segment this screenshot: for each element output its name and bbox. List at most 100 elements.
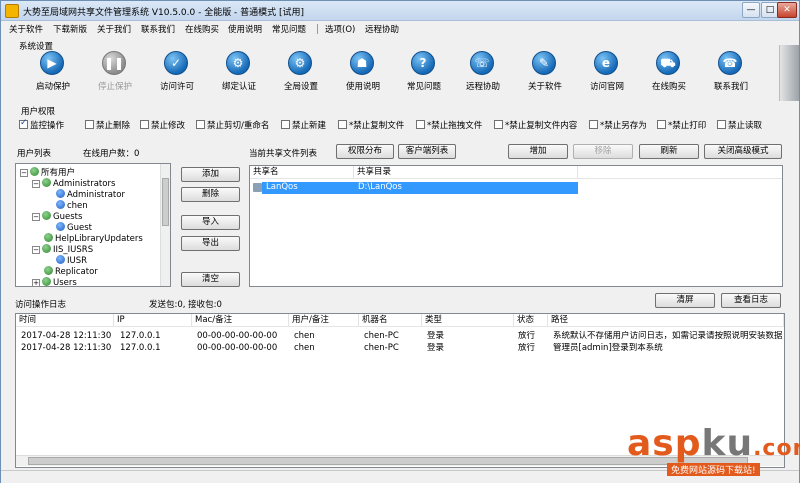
tree-node-administrators[interactable]: − Administrators <box>32 178 115 189</box>
advanced-mode-button[interactable]: 关闭高级模式 <box>704 144 782 159</box>
perm-no-drag-file[interactable]: *禁止拖拽文件 <box>416 119 482 131</box>
close-button[interactable]: ✕ <box>777 2 797 18</box>
share-name-cell: LanQos <box>266 182 298 192</box>
clear-users-button[interactable]: 清空 <box>181 272 240 287</box>
contact-us-button[interactable]: ☎ 联系我们 <box>701 49 761 95</box>
delete-user-button[interactable]: 删除 <box>181 187 240 202</box>
start-protection-button[interactable]: ▶ 启动保护 <box>23 49 83 95</box>
perm-no-delete[interactable]: 禁止删除 <box>85 119 130 131</box>
menu-options[interactable]: 选项(O) <box>325 23 355 35</box>
col-mac[interactable]: Mac/备注 <box>192 314 289 326</box>
shares-table[interactable]: 共享名 共享目录 LanQos D:\LanQos <box>249 165 783 287</box>
tree-node-guests[interactable]: − Guests <box>32 211 82 222</box>
watermark-ku: ku <box>701 423 754 464</box>
minimize-button[interactable]: — <box>742 2 760 18</box>
table-row[interactable]: 2017-04-28 12:11:30 127.0.0.1 00-00-00-0… <box>16 343 784 354</box>
collapse-icon[interactable]: − <box>32 246 40 254</box>
user-tree-scrollbar[interactable] <box>160 164 170 286</box>
global-settings-button[interactable]: ⚙ 全局设置 <box>271 49 331 95</box>
stop-protection-button[interactable]: ❚❚ 停止保护 <box>85 49 145 95</box>
menu-faq[interactable]: 常见问题 <box>272 23 306 35</box>
perm-no-copy-content[interactable]: *禁止复制文件内容 <box>494 119 577 131</box>
perm-no-save-as[interactable]: *禁止另存为 <box>589 119 647 131</box>
export-button[interactable]: 导出 <box>181 236 240 251</box>
menu-remote-help[interactable]: 远程协助 <box>365 23 399 35</box>
remote-help-button[interactable]: ☏ 远程协助 <box>453 49 513 95</box>
expand-icon[interactable]: + <box>32 279 40 287</box>
collapse-icon[interactable]: − <box>32 213 40 221</box>
menu-about-software[interactable]: 关于软件 <box>9 23 43 35</box>
perm-no-print-label: *禁止打印 <box>668 121 707 131</box>
tree-node-administrator[interactable]: Administrator <box>56 189 125 200</box>
add-share-button[interactable]: 增加 <box>508 144 568 159</box>
log-machine-cell: chen-PC <box>364 331 399 341</box>
group-icon <box>42 244 51 253</box>
perm-no-create-label: 禁止新建 <box>292 121 327 131</box>
client-list-button[interactable]: 客户端列表 <box>398 144 456 159</box>
perm-no-modify[interactable]: 禁止修改 <box>140 119 185 131</box>
col-share-path[interactable]: 共享目录 <box>354 166 578 178</box>
about-software-label: 关于软件 <box>527 82 562 92</box>
faq-button[interactable]: ? 常见问题 <box>394 49 454 95</box>
perm-no-cut-rename[interactable]: 禁止剪切/重命名 <box>196 119 269 131</box>
import-button[interactable]: 导入 <box>181 215 240 230</box>
tree-node-users[interactable]: + Users <box>32 277 77 288</box>
buy-online-button[interactable]: ⛟ 在线购买 <box>639 49 699 95</box>
perm-no-print[interactable]: *禁止打印 <box>657 119 706 131</box>
title-bar: 大势至局域网共享文件管理系统 V10.5.0.0 - 全能版 - 普通模式 [试… <box>1 1 799 21</box>
checkbox-icon <box>85 120 94 129</box>
system-toolbar: ▶ 启动保护 ❚❚ 停止保护 ✓ 访问许可 ⚙ 绑定认证 ⚙ 全局设置 ☗ 使用… <box>13 49 777 99</box>
table-row[interactable]: 2017-04-28 12:11:30 127.0.0.1 00-00-00-0… <box>16 331 784 342</box>
menu-buy-online[interactable]: 在线购买 <box>185 23 219 35</box>
view-log-button[interactable]: 查看日志 <box>721 293 781 308</box>
col-user[interactable]: 用户/备注 <box>289 314 359 326</box>
tree-node-guest[interactable]: Guest <box>56 222 92 233</box>
clear-screen-button[interactable]: 清屏 <box>655 293 715 308</box>
col-type[interactable]: 类型 <box>422 314 514 326</box>
contact-us-label: 联系我们 <box>713 82 748 92</box>
collapse-icon[interactable]: − <box>32 180 40 188</box>
col-ip[interactable]: IP <box>114 314 192 326</box>
menu-about-us[interactable]: 关于我们 <box>97 23 131 35</box>
tree-node-iis-iusrs[interactable]: − IIS_IUSRS <box>32 244 93 255</box>
menu-contact-us[interactable]: 联系我们 <box>141 23 175 35</box>
about-software-button[interactable]: ✎ 关于软件 <box>515 49 575 95</box>
perm-no-create[interactable]: 禁止新建 <box>281 119 326 131</box>
col-status[interactable]: 状态 <box>514 314 548 326</box>
user-icon <box>56 200 65 209</box>
online-users-count: 在线用户数：0 <box>83 149 140 159</box>
tree-node-helplibraryupdaters[interactable]: HelpLibraryUpdaters <box>44 233 143 244</box>
refresh-button[interactable]: 刷新 <box>639 144 699 159</box>
col-share-name[interactable]: 共享名 <box>250 166 354 178</box>
perm-no-copy-file[interactable]: *禁止复制文件 <box>338 119 404 131</box>
perm-monitor[interactable]: 监控操作 <box>19 118 64 131</box>
collapse-icon[interactable]: − <box>20 169 28 177</box>
watermark-asp: asp <box>627 423 702 464</box>
tree-node-replicator[interactable]: Replicator <box>44 266 98 277</box>
add-user-button[interactable]: 添加 <box>181 167 240 182</box>
tree-node-all-users[interactable]: − 所有用户 <box>20 167 75 178</box>
manual-button[interactable]: ☗ 使用说明 <box>333 49 393 95</box>
perm-no-read[interactable]: 禁止读取 <box>717 119 762 131</box>
tree-node-iusr[interactable]: IUSR <box>56 255 87 266</box>
visit-website-button[interactable]: e 访问官网 <box>577 49 637 95</box>
remove-share-button[interactable]: 移除 <box>573 144 633 159</box>
menu-download-new[interactable]: 下载新版 <box>53 23 87 35</box>
permission-distribution-button[interactable]: 权限分布 <box>336 144 394 159</box>
window-title: 大势至局域网共享文件管理系统 V10.5.0.0 - 全能版 - 普通模式 [试… <box>23 8 305 18</box>
col-path[interactable]: 路径 <box>548 314 784 326</box>
menu-manual[interactable]: 使用说明 <box>228 23 262 35</box>
access-permission-button[interactable]: ✓ 访问许可 <box>147 49 207 95</box>
tree-node-chen[interactable]: chen <box>56 200 88 211</box>
scroll-thumb[interactable] <box>162 178 169 226</box>
col-time[interactable]: 时间 <box>16 314 114 326</box>
faq-icon: ? <box>411 51 435 75</box>
app-window: 大势至局域网共享文件管理系统 V10.5.0.0 - 全能版 - 普通模式 [试… <box>0 0 800 483</box>
bind-auth-button[interactable]: ⚙ 绑定认证 <box>209 49 269 95</box>
user-list-label: 用户列表 <box>17 149 52 159</box>
checkbox-icon <box>19 118 28 129</box>
table-row[interactable]: LanQos D:\LanQos <box>262 182 578 194</box>
checkbox-icon <box>589 120 598 129</box>
user-tree[interactable]: − 所有用户 − Administrators Administrator chen… <box>15 163 171 288</box>
col-machine[interactable]: 机器名 <box>359 314 422 326</box>
